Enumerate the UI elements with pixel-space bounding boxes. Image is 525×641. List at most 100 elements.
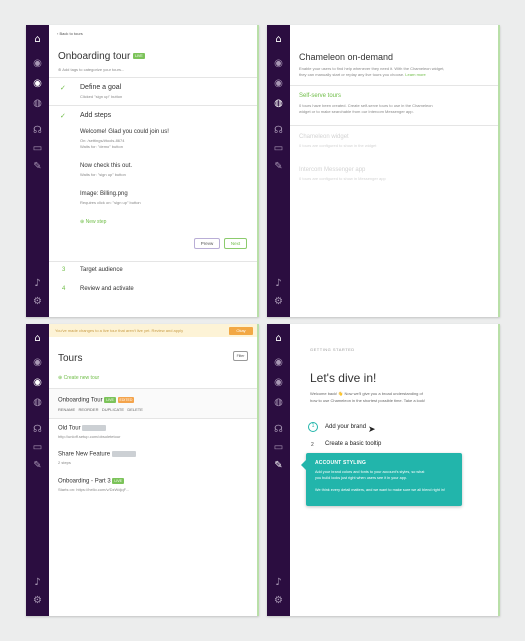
screen-icon[interactable]: ▭ bbox=[272, 441, 285, 454]
reorder-action[interactable]: REORDER bbox=[78, 407, 98, 412]
intercom-title: Intercom Messenger app bbox=[299, 167, 366, 173]
checklist-item-tooltip[interactable]: Create a basic tooltip bbox=[325, 441, 381, 447]
okay-button[interactable]: Okay bbox=[229, 327, 253, 335]
bell-icon[interactable]: ♪ bbox=[31, 277, 44, 290]
edit-icon[interactable]: ✎ bbox=[31, 160, 44, 173]
step-item-url: On: /settings/#tools-8674 bbox=[80, 138, 125, 143]
help-icon[interactable]: ◍ bbox=[272, 396, 285, 409]
home-icon[interactable]: ⌂ bbox=[272, 332, 285, 345]
sidebar: ⌂ ◉ ◉ ◍ ☊ ▭ ✎ ♪ ⚙ bbox=[26, 324, 49, 616]
duplicate-action[interactable]: DUPLICATE bbox=[102, 407, 124, 412]
step-item-title[interactable]: Now check this out. bbox=[80, 163, 132, 169]
check-icon: ✓ bbox=[60, 112, 66, 120]
section-description: 0 tours have been created. Create self-s… bbox=[299, 103, 433, 108]
tour-row[interactable]: Old Tour INACTIVE bbox=[58, 425, 107, 432]
gear-icon[interactable]: ⚙ bbox=[31, 295, 44, 308]
divider bbox=[49, 77, 257, 78]
tours-icon[interactable]: ◉ bbox=[272, 77, 285, 90]
tour-url: http://unloff.setup.com/obsoletetour bbox=[58, 434, 121, 439]
help-icon[interactable]: ◍ bbox=[272, 97, 285, 110]
home-icon[interactable]: ⌂ bbox=[31, 332, 44, 345]
tour-title: Onboarding tour bbox=[58, 51, 131, 62]
headset-icon[interactable]: ☊ bbox=[31, 124, 44, 137]
page-title: Let's dive in! bbox=[310, 371, 377, 385]
filter-button[interactable]: Filter bbox=[233, 351, 248, 361]
step-goal-subtitle: Clicked "sign up" button bbox=[80, 94, 123, 99]
gauge-icon[interactable]: ◉ bbox=[272, 356, 285, 369]
screen-icon[interactable]: ▭ bbox=[31, 142, 44, 155]
gear-icon[interactable]: ⚙ bbox=[31, 594, 44, 607]
live-badge: LIVE bbox=[133, 53, 145, 60]
edit-icon[interactable]: ✎ bbox=[31, 459, 44, 472]
tour-row[interactable]: Onboarding Tour LIVE EDITED bbox=[58, 397, 135, 404]
preview-button[interactable]: Prevw bbox=[194, 238, 220, 249]
tags-hint[interactable]: ⊛ Add tags to categorize your tours... bbox=[58, 67, 124, 72]
screen-icon[interactable]: ▭ bbox=[272, 142, 285, 155]
tour-name: Onboarding Tour bbox=[58, 397, 103, 404]
help-icon[interactable]: ◍ bbox=[31, 396, 44, 409]
inactive-badge: INACTIVE bbox=[82, 425, 107, 431]
description: Enable your users to find help whenever … bbox=[299, 66, 445, 71]
back-link[interactable]: ‹ Back to tours bbox=[57, 31, 83, 36]
tooltip-title: ACCOUNT STYLING bbox=[315, 460, 367, 466]
tour-name: Share New Feature bbox=[58, 451, 111, 458]
screen-icon[interactable]: ▭ bbox=[31, 441, 44, 454]
create-tour-button[interactable]: ⊕ Create new tour bbox=[58, 375, 99, 381]
next-button[interactable]: Next bbox=[224, 238, 247, 249]
new-step-label: New step bbox=[85, 219, 107, 225]
tooltip-text: We think every detail matters, and we wa… bbox=[315, 488, 445, 492]
sidebar: ⌂ ◉ ◉ ◍ ☊ ▭ ✎ ♪ ⚙ bbox=[267, 324, 290, 616]
step-add-steps[interactable]: Add steps bbox=[80, 112, 111, 119]
step-define-goal[interactable]: Define a goal bbox=[80, 84, 121, 91]
step-item-title[interactable]: Welcome! Glad you could join us! bbox=[80, 129, 169, 135]
tours-icon[interactable]: ◉ bbox=[31, 77, 44, 90]
tour-row[interactable]: Share New Feature DRAFT bbox=[58, 451, 136, 458]
tours-icon[interactable]: ◉ bbox=[272, 376, 285, 389]
bell-icon[interactable]: ♪ bbox=[31, 576, 44, 589]
section-title[interactable]: Self-serve tours bbox=[299, 93, 341, 99]
tours-icon[interactable]: ◉ bbox=[31, 376, 44, 389]
tour-steps: 2 steps bbox=[58, 460, 71, 465]
tags-hint-label: Add tags to categorize your tours... bbox=[62, 67, 125, 72]
changes-banner: You've made changes to a live tour that … bbox=[49, 324, 257, 337]
draft-badge: DRAFT bbox=[111, 451, 136, 457]
on-demand-panel: ⌂ ◉ ◉ ◍ ☊ ▭ ✎ ♪ ⚙ Chameleon on-demand En… bbox=[267, 25, 500, 317]
gauge-icon[interactable]: ◉ bbox=[272, 57, 285, 70]
edit-icon[interactable]: ✎ bbox=[272, 160, 285, 173]
learn-more-link[interactable]: Learn more bbox=[405, 72, 425, 77]
step-number: 3 bbox=[62, 267, 66, 273]
headset-icon[interactable]: ☊ bbox=[272, 423, 285, 436]
step-target-audience[interactable]: Target audience bbox=[80, 267, 123, 273]
back-link-label: Back to tours bbox=[59, 31, 83, 36]
home-icon[interactable]: ⌂ bbox=[31, 33, 44, 46]
gauge-icon[interactable]: ◉ bbox=[31, 356, 44, 369]
tour-row[interactable]: Onboarding - Part 3 LIVE bbox=[58, 478, 124, 485]
cursor-icon: ➤ bbox=[368, 425, 376, 435]
headset-icon[interactable]: ☊ bbox=[272, 124, 285, 137]
headset-icon[interactable]: ☊ bbox=[31, 423, 44, 436]
description-text: they can manually start or replay any li… bbox=[299, 72, 405, 77]
rename-action[interactable]: RENAME bbox=[58, 407, 75, 412]
getting-started-panel: ⌂ ◉ ◉ ◍ ☊ ▭ ✎ ♪ ⚙ GETTING STARTED Let's … bbox=[267, 324, 500, 616]
delete-action[interactable]: DELETE bbox=[127, 407, 143, 412]
eyebrow-label: GETTING STARTED bbox=[310, 347, 355, 352]
home-icon[interactable]: ⌂ bbox=[272, 33, 285, 46]
step-item-title[interactable]: Image: Billing.png bbox=[80, 191, 128, 197]
gear-icon[interactable]: ⚙ bbox=[272, 295, 285, 308]
widget-subtitle: 0 tours are configured to show in the wi… bbox=[299, 143, 377, 148]
gauge-icon[interactable]: ◉ bbox=[31, 57, 44, 70]
divider bbox=[49, 261, 257, 262]
checklist-item-brand[interactable]: Add your brand bbox=[325, 424, 366, 430]
tours-list-panel: ⌂ ◉ ◉ ◍ ☊ ▭ ✎ ♪ ⚙ You've made changes to… bbox=[26, 324, 259, 616]
welcome-text: Welcome back! 👋 Now we'll give you a bro… bbox=[310, 391, 423, 396]
step-review-activate[interactable]: Review and activate bbox=[80, 286, 134, 292]
step-item-requires: Requires click on: "sign up" button bbox=[80, 200, 141, 205]
bell-icon[interactable]: ♪ bbox=[272, 277, 285, 290]
section-description: widget or to make searchable from our In… bbox=[299, 109, 414, 114]
gear-icon[interactable]: ⚙ bbox=[272, 594, 285, 607]
help-icon[interactable]: ◍ bbox=[31, 97, 44, 110]
edit-icon[interactable]: ✎ bbox=[272, 459, 285, 472]
create-tour-label: Create new tour bbox=[63, 375, 100, 381]
bell-icon[interactable]: ♪ bbox=[272, 576, 285, 589]
new-step-button[interactable]: ⊕ New step bbox=[80, 219, 106, 225]
